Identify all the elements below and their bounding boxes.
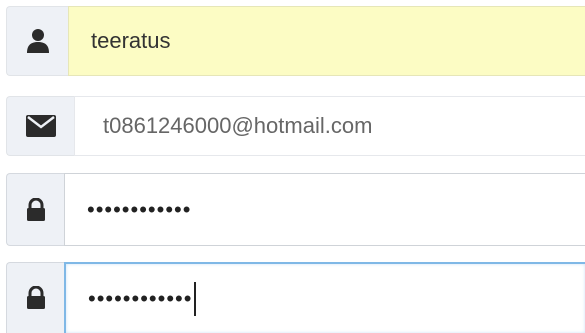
text-caret [194,281,197,316]
registration-form: teeratus t0861246000@hotmail.com •••••••… [0,0,585,333]
email-value: t0861246000@hotmail.com [103,113,373,138]
lock-icon [26,197,46,222]
username-field[interactable]: teeratus [68,6,585,76]
user-icon [26,28,50,54]
password-addon [6,173,64,246]
username-addon [6,6,68,76]
lock-icon [26,286,46,310]
confirm-password-addon [6,262,64,333]
confirm-password-masked-value: •••••••••••• [88,285,193,311]
email-input-group: t0861246000@hotmail.com [6,96,585,156]
username-value: teeratus [91,28,171,53]
password-field[interactable]: •••••••••••• [64,173,585,246]
email-addon [6,96,74,156]
confirm-password-field[interactable]: •••••••••••• [64,262,585,333]
email-field[interactable]: t0861246000@hotmail.com [74,96,585,156]
password-masked-value: •••••••••••• [87,196,192,222]
username-input-group: teeratus [6,6,585,76]
confirm-password-input-group: •••••••••••• [6,262,585,333]
envelope-icon [25,115,56,137]
password-input-group: •••••••••••• [6,173,585,246]
